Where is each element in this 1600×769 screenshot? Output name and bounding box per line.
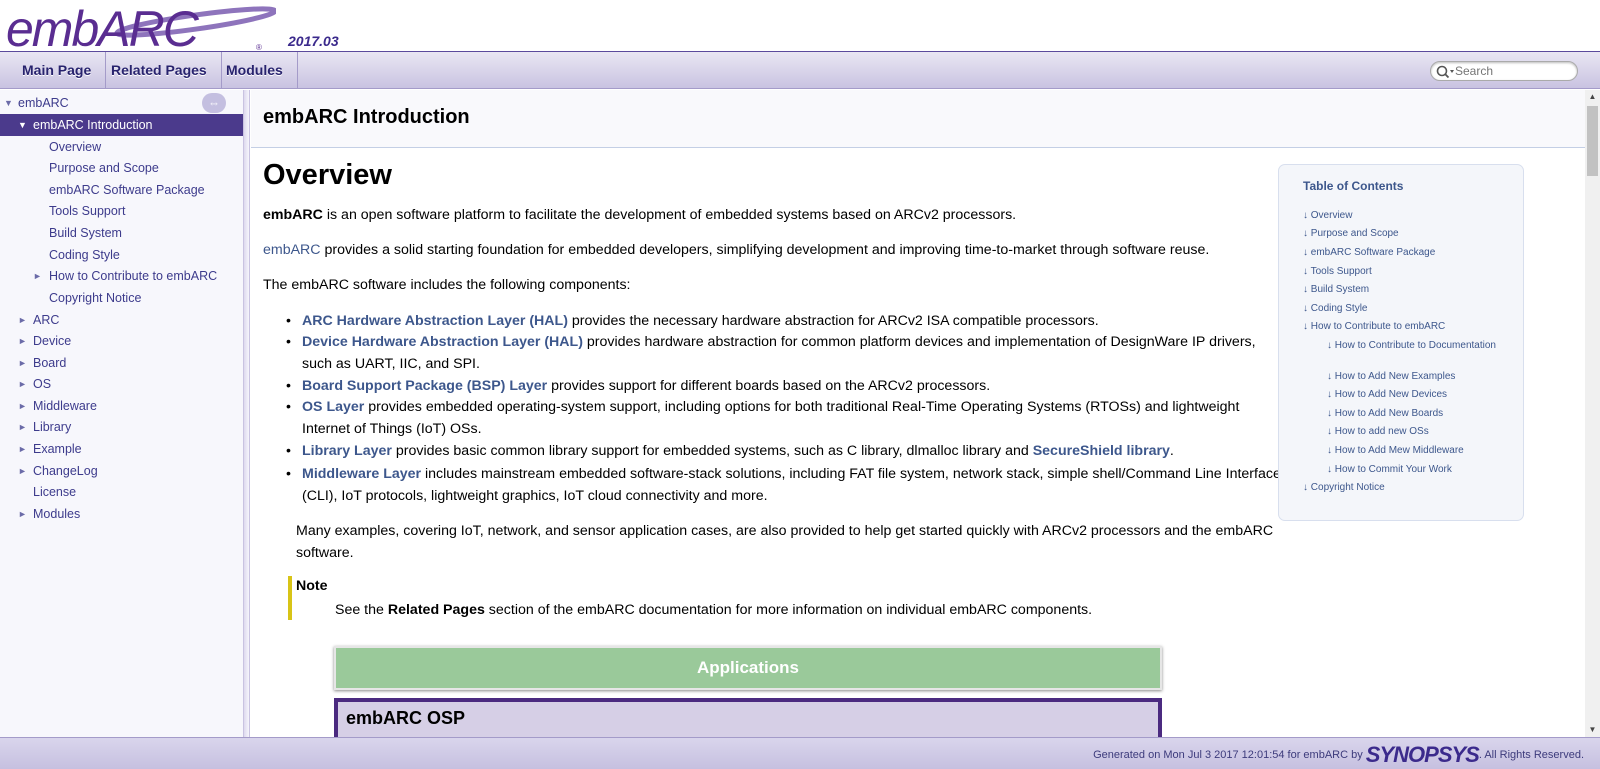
- expand-arrow-icon[interactable]: ►: [18, 373, 27, 395]
- search-icon[interactable]: [1435, 64, 1455, 80]
- bsp-layer-link[interactable]: Board Support Package (BSP) Layer: [302, 378, 547, 394]
- doc-content: embARC Introduction Overview embARC is a…: [251, 90, 1585, 737]
- expand-arrow-icon[interactable]: ►: [18, 309, 27, 331]
- toc-link-add-examples[interactable]: ↓ How to Add New Examples: [1327, 371, 1497, 383]
- logo-text: embARC: [6, 1, 200, 52]
- tree-item-example[interactable]: ► Example: [0, 438, 243, 460]
- tree-item-device[interactable]: ► Device: [0, 330, 243, 352]
- page-header: embARC Introduction: [251, 90, 1585, 148]
- tab-main-page[interactable]: Main Page: [8, 52, 107, 88]
- list-item: OS Layer provides embedded operating-sys…: [286, 396, 1287, 440]
- scroll-thumb[interactable]: [1587, 106, 1598, 176]
- scroll-down-icon[interactable]: ▼: [1585, 723, 1600, 737]
- tab-modules[interactable]: Modules: [212, 52, 298, 88]
- version-label: 2017.03: [288, 33, 339, 49]
- expand-arrow-icon[interactable]: ►: [18, 352, 27, 374]
- toc-link-software-package[interactable]: ↓ embARC Software Package: [1303, 247, 1435, 258]
- foundation-paragraph: embARC provides a solid starting foundat…: [263, 242, 1210, 258]
- sidebar-resize-handle[interactable]: [244, 90, 250, 737]
- tree-item-license[interactable]: License: [0, 481, 243, 503]
- toc-link-copyright[interactable]: ↓ Copyright Notice: [1303, 482, 1385, 493]
- device-hal-link[interactable]: Device Hardware Abstraction Layer (HAL): [302, 334, 583, 350]
- toc-link-build-system[interactable]: ↓ Build System: [1303, 284, 1369, 295]
- tree-item-overview[interactable]: Overview: [0, 136, 243, 158]
- toc-link-add-devices[interactable]: ↓ How to Add New Devices: [1327, 389, 1497, 401]
- expand-arrow-icon[interactable]: ▼: [18, 114, 27, 136]
- note-bar: [288, 576, 292, 620]
- tree-item-embarc-introduction[interactable]: ▼ embARC Introduction: [0, 114, 243, 136]
- toc-link-commit-work[interactable]: ↓ How to Commit Your Work: [1327, 464, 1497, 476]
- toc-title: Table of Contents: [1303, 179, 1404, 193]
- note-text: See the Related Pages section of the emb…: [335, 602, 1093, 618]
- tree-item-how-to-contribute[interactable]: ► How to Contribute to embARC: [0, 265, 243, 287]
- intro-paragraph: embARC is an open software platform to f…: [263, 207, 1017, 223]
- tree-item-changelog[interactable]: ► ChangeLog: [0, 460, 243, 482]
- tree-item-board[interactable]: ► Board: [0, 352, 243, 374]
- toc-link-tools-support[interactable]: ↓ Tools Support: [1303, 266, 1372, 277]
- diagram-applications-block: Applications: [334, 646, 1162, 690]
- tree-item-modules[interactable]: ► Modules: [0, 503, 243, 525]
- middleware-layer-link[interactable]: Middleware Layer: [302, 466, 421, 482]
- synopsys-logo[interactable]: SYNOPSYS: [1366, 742, 1480, 767]
- main-nav: Main Page Related Pages Modules: [0, 52, 1600, 89]
- expand-arrow-icon[interactable]: ►: [33, 265, 42, 287]
- footer-text: Generated on Mon Jul 3 2017 12:01:54 for…: [1093, 742, 1584, 767]
- tree-item-software-package[interactable]: embARC Software Package: [0, 179, 243, 201]
- toc-link-purpose[interactable]: ↓ Purpose and Scope: [1303, 228, 1399, 239]
- list-item: ARC Hardware Abstraction Layer (HAL) pro…: [286, 310, 1287, 332]
- examples-paragraph: Many examples, covering IoT, network, an…: [296, 523, 1274, 561]
- search-input[interactable]: [1455, 63, 1573, 79]
- diagram-osp-block: embARC OSP: [334, 698, 1162, 737]
- section-heading-overview: Overview: [263, 159, 392, 191]
- list-item: Library Layer provides basic common libr…: [286, 440, 1287, 462]
- side-nav-tree: ⇔ ▼ embARC ▼ embARC Introduction Overvie…: [0, 90, 244, 737]
- tree-item-tools-support[interactable]: Tools Support: [0, 200, 243, 222]
- list-item: Middleware Layer includes mainstream emb…: [286, 463, 1287, 507]
- tree-item-copyright-notice[interactable]: Copyright Notice: [0, 287, 243, 309]
- toc-link-add-boards[interactable]: ↓ How to Add New Boards: [1327, 408, 1497, 420]
- table-of-contents: Table of Contents ↓ Overview ↓ Purpose a…: [1278, 164, 1524, 521]
- secureshield-link[interactable]: SecureShield library: [1033, 443, 1170, 459]
- expand-arrow-icon[interactable]: ►: [18, 330, 27, 352]
- tree-item-purpose-and-scope[interactable]: Purpose and Scope: [0, 157, 243, 179]
- expand-arrow-icon[interactable]: ►: [18, 460, 27, 482]
- arc-hal-link[interactable]: ARC Hardware Abstraction Layer (HAL): [302, 313, 568, 329]
- toc-link-contribute-docs[interactable]: ↓ How to Contribute to Documentation: [1327, 340, 1497, 352]
- page-title: embARC Introduction: [263, 106, 470, 128]
- tree-item-build-system[interactable]: Build System: [0, 222, 243, 244]
- footer: Generated on Mon Jul 3 2017 12:01:54 for…: [0, 737, 1600, 769]
- list-item: Device Hardware Abstraction Layer (HAL) …: [286, 331, 1287, 375]
- tree-item-arc[interactable]: ► ARC: [0, 309, 243, 331]
- toc-link-add-middleware[interactable]: ↓ How to Add Mew Middleware: [1327, 445, 1497, 457]
- embarc-link[interactable]: embARC: [263, 242, 321, 258]
- osp-label: embARC OSP: [346, 708, 466, 728]
- os-layer-link[interactable]: OS Layer: [302, 399, 364, 415]
- embarc-logo: embARC ®: [6, 1, 276, 52]
- tree-item-middleware[interactable]: ► Middleware: [0, 395, 243, 417]
- toc-link-how-to-contribute[interactable]: ↓ How to Contribute to embARC: [1303, 321, 1445, 332]
- tab-related-pages[interactable]: Related Pages: [97, 52, 222, 88]
- expand-arrow-icon[interactable]: ►: [18, 395, 27, 417]
- expand-arrow-icon[interactable]: ►: [18, 416, 27, 438]
- components-paragraph: The embARC software includes the followi…: [263, 277, 631, 293]
- tree-item-os[interactable]: ► OS: [0, 373, 243, 395]
- expand-arrow-icon[interactable]: ►: [18, 438, 27, 460]
- list-item: Board Support Package (BSP) Layer provid…: [286, 375, 1287, 397]
- vertical-scrollbar[interactable]: ▲ ▼: [1585, 90, 1600, 737]
- tree-item-embarc[interactable]: ▼ embARC: [0, 92, 243, 114]
- scroll-up-icon[interactable]: ▲: [1585, 90, 1600, 104]
- expand-arrow-icon[interactable]: ►: [18, 503, 27, 525]
- tree-item-library[interactable]: ► Library: [0, 416, 243, 438]
- svg-text:®: ®: [256, 43, 262, 52]
- toc-link-coding-style[interactable]: ↓ Coding Style: [1303, 303, 1367, 314]
- note-title: Note: [296, 578, 328, 594]
- toc-link-overview[interactable]: ↓ Overview: [1303, 210, 1352, 221]
- expand-arrow-icon[interactable]: ▼: [4, 92, 13, 114]
- tree-item-coding-style[interactable]: Coding Style: [0, 244, 243, 266]
- library-layer-link[interactable]: Library Layer: [302, 443, 392, 459]
- toc-link-add-oss[interactable]: ↓ How to add new OSs: [1327, 426, 1497, 438]
- title-area: embARC ® 2017.03: [0, 0, 1600, 52]
- search-box[interactable]: [1430, 61, 1578, 81]
